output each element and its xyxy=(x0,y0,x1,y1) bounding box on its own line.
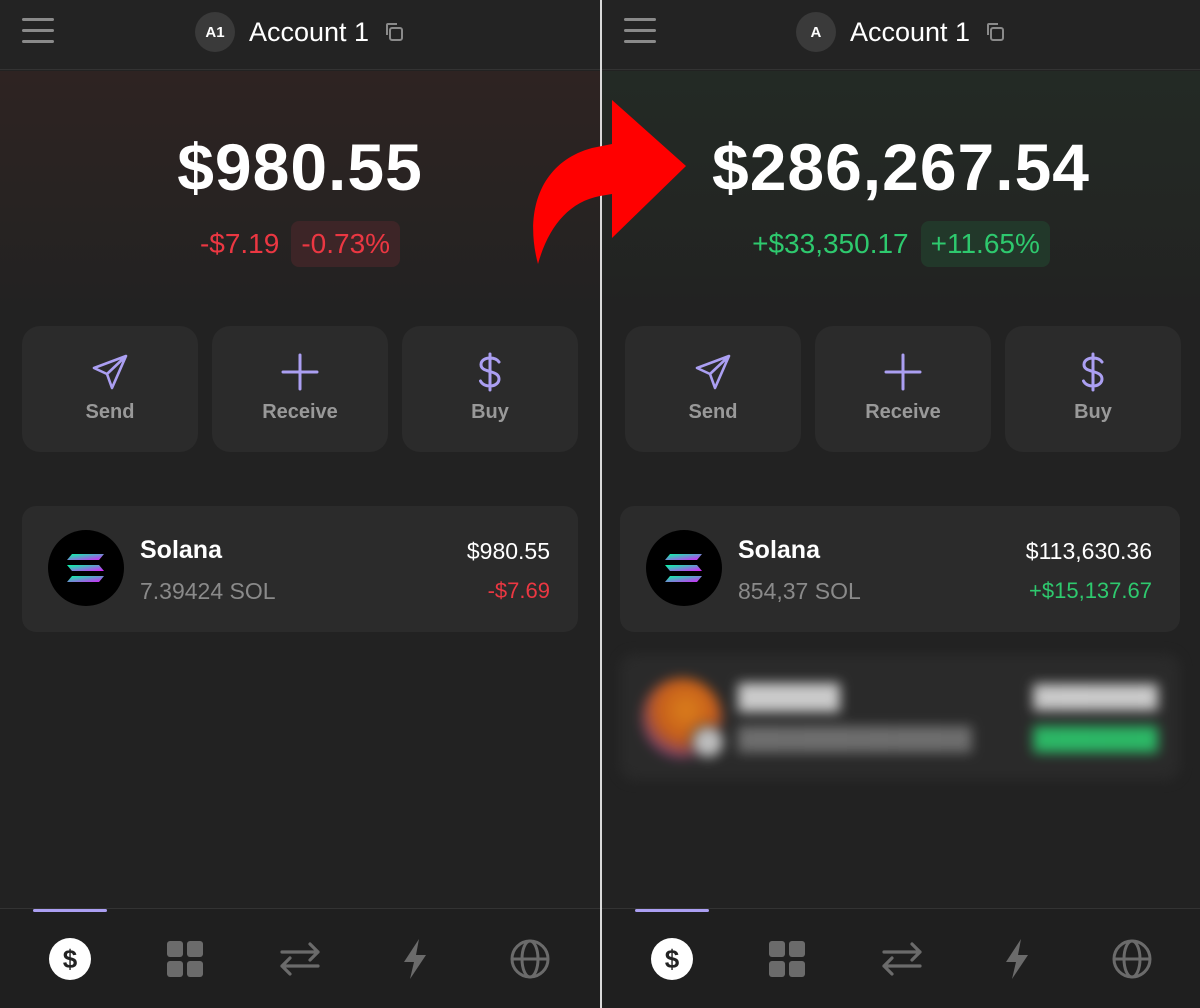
curved-arrow-icon xyxy=(533,100,686,264)
token-name: Solana xyxy=(738,536,820,564)
action-buttons: Send Receive Buy xyxy=(22,326,578,452)
send-icon xyxy=(695,354,731,390)
blurred-token-amount: ███████████████ xyxy=(738,726,972,751)
receive-label: Receive xyxy=(865,401,941,423)
nav-activity-tab[interactable] xyxy=(393,937,437,981)
bottom-nav: $ xyxy=(602,908,1200,1008)
chain-badge-icon xyxy=(690,724,726,760)
receive-label: Receive xyxy=(262,401,338,423)
change-percent-badge: +11.65% xyxy=(920,221,1050,267)
blurred-token-value: ████████ xyxy=(1033,684,1158,709)
nav-activity-tab[interactable] xyxy=(995,937,1039,981)
blurred-token-name: ██████ xyxy=(738,684,841,711)
buy-button[interactable]: Buy xyxy=(1005,326,1181,452)
collectibles-grid-icon xyxy=(167,941,203,977)
blurred-token-change: ████████ xyxy=(1033,726,1158,751)
copy-icon[interactable] xyxy=(984,21,1006,43)
action-buttons: Send Receive Buy xyxy=(625,326,1181,452)
explore-globe-icon xyxy=(1112,939,1152,979)
send-button[interactable]: Send xyxy=(625,326,801,452)
swap-arrows-icon xyxy=(280,942,320,976)
collectibles-grid-icon xyxy=(769,941,805,977)
token-change: -$7.69 xyxy=(487,578,550,603)
explore-globe-icon xyxy=(510,939,550,979)
account-selector[interactable]: A Account 1 xyxy=(602,12,1200,52)
account-selector[interactable]: A1 Account 1 xyxy=(0,12,600,52)
token-amount: 7.39424 SOL xyxy=(140,578,276,604)
change-amount: -$7.19 xyxy=(199,228,280,259)
total-balance: $980.55 xyxy=(177,130,423,204)
nav-active-indicator xyxy=(635,909,709,912)
change-percent-badge: -0.73% xyxy=(291,221,401,267)
dollar-icon xyxy=(1082,352,1104,392)
nav-collectibles-tab[interactable] xyxy=(163,937,207,981)
account-name: Account 1 xyxy=(849,16,971,47)
nav-explore-tab[interactable] xyxy=(508,937,552,981)
account-avatar: A1 xyxy=(194,12,235,52)
account-avatar: A xyxy=(795,12,836,52)
wallet-dollar-icon: $ xyxy=(49,938,91,980)
send-label: Send xyxy=(85,401,135,423)
header: A Account 1 xyxy=(602,0,1200,70)
token-row-solana[interactable]: Solana 854,37 SOL $113,630.36 +$15,137.6… xyxy=(620,506,1180,632)
nav-explore-tab[interactable] xyxy=(1110,937,1154,981)
token-value: $980.55 xyxy=(466,538,550,564)
nav-swap-tab[interactable] xyxy=(880,937,924,981)
nav-wallet-tab[interactable]: $ xyxy=(48,937,92,981)
send-button[interactable]: Send xyxy=(22,326,198,452)
token-amount: 854,37 SOL xyxy=(738,578,861,604)
wallet-screen-before: A1 Account 1 $980.55 -$7.19 -0.73% Send … xyxy=(0,0,600,1008)
nav-wallet-tab[interactable]: $ xyxy=(650,937,694,981)
token-value: $113,630.36 xyxy=(1025,538,1152,564)
header: A1 Account 1 xyxy=(0,0,600,70)
solana-logo-icon xyxy=(48,530,124,606)
buy-button[interactable]: Buy xyxy=(402,326,578,452)
token-row-blurred[interactable]: ██████ ███████████████ ████████ ████████ xyxy=(620,654,1180,780)
token-row-solana[interactable]: Solana 7.39424 SOL $980.55 -$7.69 xyxy=(22,506,578,632)
token-change: +$15,137.67 xyxy=(1029,578,1152,603)
wallet-dollar-icon: $ xyxy=(651,938,693,980)
receive-button[interactable]: Receive xyxy=(212,326,388,452)
change-amount: +$33,350.17 xyxy=(752,228,909,259)
buy-label: Buy xyxy=(471,401,509,423)
nav-swap-tab[interactable] xyxy=(278,937,322,981)
receive-button[interactable]: Receive xyxy=(815,326,991,452)
dollar-icon xyxy=(479,352,501,392)
account-name: Account 1 xyxy=(248,16,370,47)
send-icon xyxy=(92,354,128,390)
activity-bolt-icon xyxy=(404,939,426,979)
send-label: Send xyxy=(688,401,738,423)
balance-change: -$7.19 -0.73% xyxy=(0,221,600,267)
plus-icon xyxy=(884,353,922,391)
copy-icon[interactable] xyxy=(383,21,405,43)
activity-bolt-icon xyxy=(1006,939,1028,979)
token-name: Solana xyxy=(140,536,222,564)
plus-icon xyxy=(281,353,319,391)
solana-logo-icon xyxy=(646,530,722,606)
bottom-nav: $ xyxy=(0,908,600,1008)
buy-label: Buy xyxy=(1074,401,1112,423)
balance-section: $980.55 -$7.19 -0.73% xyxy=(0,71,600,311)
swap-arrows-icon xyxy=(882,942,922,976)
nav-active-indicator xyxy=(33,909,107,912)
nav-collectibles-tab[interactable] xyxy=(765,937,809,981)
